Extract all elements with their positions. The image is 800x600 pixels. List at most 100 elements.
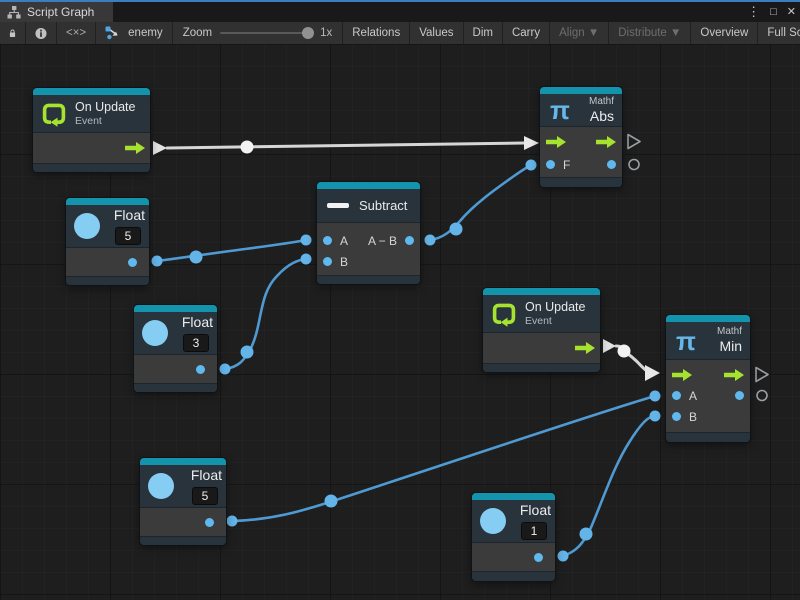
- node-overtitle: Mathf: [589, 96, 614, 108]
- wire-path[interactable]: [563, 416, 655, 556]
- loop-icon: [41, 101, 67, 127]
- exec-source-triangle: [153, 141, 167, 155]
- node-float-1[interactable]: Float1: [472, 493, 555, 581]
- node-footer: [317, 275, 420, 284]
- wire-dot: [650, 391, 661, 402]
- node-title: Float: [191, 467, 222, 484]
- port-label: B: [689, 410, 697, 424]
- node-title: Min: [719, 338, 742, 355]
- minus-icon: [327, 203, 349, 208]
- value-outline-circle[interactable]: [629, 160, 639, 170]
- exec-arrow-icon[interactable]: [575, 341, 595, 355]
- node-titles: MathfAbs: [589, 96, 614, 125]
- node-titles: Float 5: [191, 467, 222, 505]
- output-port[interactable]: [735, 391, 744, 400]
- value-outline-circle[interactable]: [757, 391, 767, 401]
- node-row: B: [666, 406, 750, 427]
- port-label: A − B: [368, 234, 397, 248]
- node-header: Float5: [66, 205, 149, 248]
- exec-arrow-head: [645, 365, 660, 381]
- port-left: A: [323, 234, 348, 248]
- wire-path[interactable]: [232, 396, 655, 521]
- wire-float5a-subtract-a: [152, 235, 312, 267]
- node-subtitle: Event: [525, 315, 585, 328]
- wire-dot: [241, 141, 254, 154]
- exec-arrow-head: [524, 136, 539, 150]
- wire-path[interactable]: [157, 240, 306, 261]
- node-min[interactable]: π MathfMin AB: [666, 315, 750, 442]
- float-circle-icon: [148, 473, 174, 499]
- input-port[interactable]: [323, 236, 332, 245]
- input-port[interactable]: [672, 391, 681, 400]
- node-on-update-1[interactable]: On UpdateEvent: [33, 88, 150, 172]
- exec-arrow-icon[interactable]: [724, 368, 744, 382]
- node-footer: [33, 163, 150, 172]
- node-footer: [140, 536, 226, 545]
- output-port[interactable]: [196, 365, 205, 374]
- node-body: [472, 543, 555, 571]
- port-right: [205, 518, 214, 527]
- wire-dot: [152, 256, 163, 267]
- wire-dot: [450, 223, 463, 236]
- node-float-5a[interactable]: Float5: [66, 198, 149, 285]
- node-row: [666, 364, 750, 385]
- node-row: A: [666, 385, 750, 406]
- exec-source-triangle: [603, 339, 616, 353]
- input-port[interactable]: [546, 160, 555, 169]
- node-header: Float3: [134, 312, 217, 355]
- output-port[interactable]: [534, 553, 543, 562]
- exec-arrow-icon[interactable]: [672, 368, 692, 382]
- node-on-update-2[interactable]: On UpdateEvent: [483, 288, 600, 372]
- wire-path[interactable]: [167, 143, 524, 148]
- wire-dot: [618, 345, 631, 358]
- pi-icon: π: [676, 328, 696, 354]
- exec-arrow-icon[interactable]: [596, 135, 616, 149]
- wire-path[interactable]: [225, 259, 306, 369]
- node-float-3[interactable]: Float3: [134, 305, 217, 392]
- wire-dot: [190, 251, 203, 264]
- output-port[interactable]: [128, 258, 137, 267]
- node-accent-bar: [66, 198, 149, 205]
- output-port[interactable]: [607, 160, 616, 169]
- node-overtitle: Mathf: [717, 326, 742, 338]
- node-header: π MathfMin: [666, 322, 750, 360]
- port-right: [125, 141, 145, 155]
- wire-exec-update2-min: [603, 339, 660, 381]
- node-title: Subtract: [359, 198, 407, 213]
- node-body: F: [540, 127, 622, 177]
- node-abs[interactable]: πMathfAbsF: [540, 87, 622, 187]
- exec-outline-triangle[interactable]: [756, 368, 768, 382]
- node-body: [134, 355, 217, 383]
- port-right: [607, 160, 616, 169]
- wire-dot: [558, 551, 569, 562]
- wire-path[interactable]: [430, 165, 531, 240]
- output-port[interactable]: [405, 236, 414, 245]
- node-float-5b[interactable]: Float 5: [140, 458, 226, 545]
- port-label: F: [563, 158, 570, 172]
- input-port[interactable]: [323, 257, 332, 266]
- value-field[interactable]: 1: [521, 522, 547, 540]
- node-row: [66, 248, 149, 276]
- node-row: B: [317, 251, 420, 272]
- value-field[interactable]: 5: [192, 487, 218, 505]
- value-field[interactable]: 3: [183, 334, 209, 352]
- wire-subtract-abs-f: [425, 160, 537, 246]
- node-row: [472, 543, 555, 571]
- wire-dot: [301, 235, 312, 246]
- node-footer: [134, 383, 217, 392]
- input-port[interactable]: [672, 412, 681, 421]
- value-field[interactable]: 5: [115, 227, 141, 245]
- node-body: [140, 508, 226, 536]
- exec-outline-triangle[interactable]: [628, 135, 640, 149]
- exec-arrow-icon[interactable]: [546, 135, 566, 149]
- port-right: [724, 368, 744, 382]
- node-header: On UpdateEvent: [483, 295, 600, 333]
- exec-arrow-icon[interactable]: [125, 141, 145, 155]
- node-subtract[interactable]: Subtract A A − B B: [317, 182, 420, 284]
- output-port[interactable]: [205, 518, 214, 527]
- node-accent-bar: [483, 288, 600, 295]
- node-titles: Float3: [182, 314, 213, 352]
- port-right: [196, 365, 205, 374]
- node-accent-bar: [317, 182, 420, 189]
- wire-float3-subtract-b: [220, 254, 312, 375]
